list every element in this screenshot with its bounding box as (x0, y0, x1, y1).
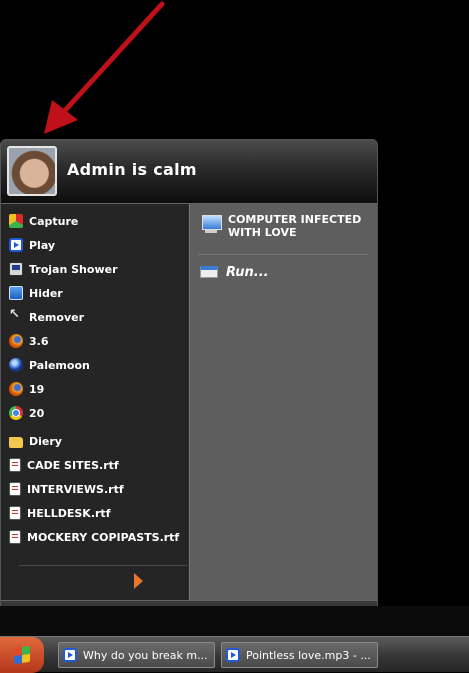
all-programs-divider (19, 565, 187, 566)
taskbar-item-label: Pointless love.mp3 - ... (246, 648, 371, 662)
windows-logo-icon (14, 645, 30, 665)
my-computer-item[interactable]: COMPUTER INFECTED WITH LOVE (200, 213, 361, 239)
media-player-icon (226, 648, 240, 662)
program-label: CADE SITES.rtf (27, 458, 119, 472)
cursor-icon (9, 307, 23, 324)
program-item-play[interactable]: Play (9, 235, 55, 255)
start-button[interactable] (0, 637, 44, 673)
program-item-firefox-3-6[interactable]: 3.6 (9, 331, 49, 351)
chrome-icon (9, 406, 23, 420)
taskbar: Why do you break m... Pointless love.mp3… (0, 636, 469, 673)
program-label: Remover (29, 310, 85, 324)
program-item-trojan-shower[interactable]: Trojan Shower (9, 259, 118, 279)
firefox-icon (9, 334, 23, 348)
run-icon (200, 266, 218, 278)
all-programs-arrow-icon[interactable] (134, 573, 143, 589)
my-computer-label-line1: COMPUTER INFECTED (228, 213, 362, 226)
program-item-remover[interactable]: Remover (9, 307, 84, 327)
program-label: HELLDESK.rtf (27, 506, 111, 520)
programs-pane: Capture Play Trojan Shower Hider Remover… (1, 204, 188, 600)
program-label: Capture (29, 214, 79, 228)
program-label: 20 (29, 406, 45, 420)
places-divider (198, 254, 368, 255)
start-menu-header: Admin is calm (1, 140, 377, 204)
desktop-strip (0, 606, 469, 636)
program-label: Trojan Shower (29, 262, 118, 276)
program-label: Palemoon (29, 358, 90, 372)
palemoon-icon (9, 358, 23, 372)
program-label: Diery (29, 434, 62, 448)
firefox-icon (9, 382, 23, 396)
media-player-icon (63, 648, 77, 662)
folder-icon (9, 436, 23, 448)
capture-icon (9, 214, 23, 228)
program-item-hider[interactable]: Hider (9, 283, 63, 303)
media-player-icon (9, 238, 23, 252)
rtf-document-icon (9, 458, 21, 472)
recent-doc-cade-sites[interactable]: CADE SITES.rtf (9, 455, 119, 475)
rtf-document-icon (9, 530, 21, 544)
recent-doc-helldesk[interactable]: HELLDESK.rtf (9, 503, 110, 523)
hider-icon (9, 286, 23, 300)
places-pane: COMPUTER INFECTED WITH LOVE Run... (189, 204, 377, 600)
rtf-document-icon (9, 506, 21, 520)
program-item-diery[interactable]: Diery (9, 431, 62, 451)
program-label: 19 (29, 382, 45, 396)
recent-doc-interviews[interactable]: INTERVIEWS.rtf (9, 479, 124, 499)
program-item-firefox-19[interactable]: 19 (9, 379, 44, 399)
monitor-icon (9, 262, 23, 276)
red-arrow-annotation (44, 1, 165, 134)
program-label: MOCKERY COPIPASTS.rtf (27, 530, 180, 544)
program-item-chrome-20[interactable]: 20 (9, 403, 44, 423)
program-item-capture[interactable]: Capture (9, 211, 78, 231)
program-label: 3.6 (29, 334, 49, 348)
my-computer-label-line2: WITH LOVE (228, 226, 297, 239)
program-label: INTERVIEWS.rtf (27, 482, 124, 496)
taskbar-item-2[interactable]: Pointless love.mp3 - ... (221, 642, 378, 668)
user-name: Admin is calm (67, 160, 197, 179)
program-item-palemoon[interactable]: Palemoon (9, 355, 90, 375)
program-label: Hider (29, 286, 63, 300)
computer-icon (200, 213, 222, 235)
program-label: Play (29, 238, 56, 252)
start-menu: Admin is calm Capture Play Trojan Shower… (0, 139, 378, 635)
user-avatar[interactable] (7, 146, 57, 196)
run-label: Run... (226, 265, 269, 280)
my-computer-label: COMPUTER INFECTED WITH LOVE (228, 213, 361, 239)
recent-doc-mockery-copipasts[interactable]: MOCKERY COPIPASTS.rtf (9, 527, 179, 547)
rtf-document-icon (9, 482, 21, 496)
taskbar-item-label: Why do you break m... (83, 648, 208, 662)
taskbar-item-1[interactable]: Why do you break m... (58, 642, 215, 668)
run-item[interactable]: Run... (200, 265, 269, 280)
